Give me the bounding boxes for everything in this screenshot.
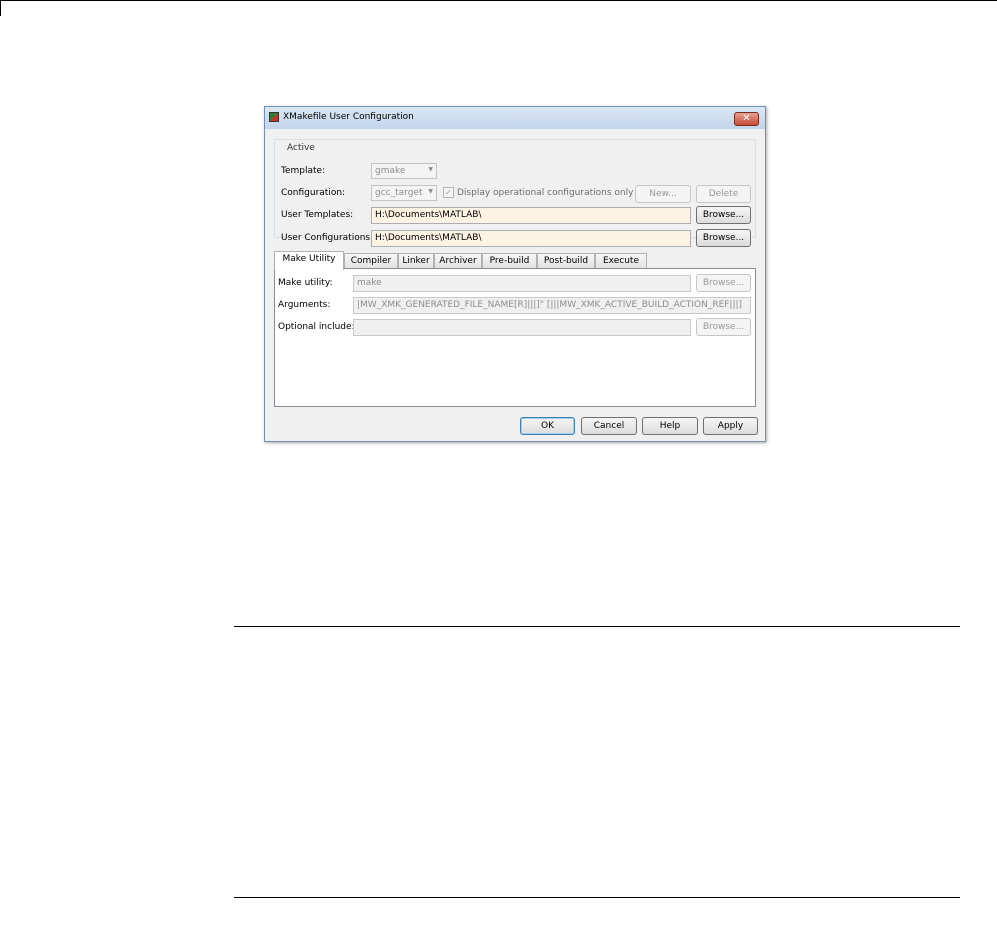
arguments-label: Arguments: [278, 300, 331, 310]
active-group: Active Template: gmake ▼ Configuration: … [274, 139, 756, 247]
user-configurations-field[interactable]: H:\Documents\MATLAB\ [371, 230, 691, 247]
arguments-field[interactable]: |MW_XMK_GENERATED_FILE_NAME[R]|||]" [|||… [353, 297, 751, 314]
chevron-down-icon: ▼ [428, 188, 433, 195]
tab-bar: Make Utility Compiler Linker Archiver Pr… [274, 251, 756, 270]
tab-linker[interactable]: Linker [398, 253, 434, 269]
display-operational-label: Display operational configurations only [457, 188, 634, 198]
make-utility-label: Make utility: [278, 278, 333, 288]
configuration-dropdown[interactable]: gcc_target ▼ [371, 185, 437, 201]
delete-button[interactable]: Delete [696, 185, 751, 203]
configuration-value: gcc_target [375, 188, 423, 198]
tab-make-utility[interactable]: Make Utility [274, 251, 344, 270]
optional-include-browse-button[interactable]: Browse... [696, 318, 751, 336]
template-value: gmake [375, 166, 406, 176]
matlab-app-icon [269, 112, 279, 122]
cancel-button[interactable]: Cancel [581, 417, 637, 435]
apply-button[interactable]: Apply [703, 417, 758, 435]
dialog-client: Active Template: gmake ▼ Configuration: … [270, 129, 760, 436]
tab-pre-build[interactable]: Pre-build [482, 253, 537, 269]
title-bar[interactable]: XMakefile User Configuration ✕ [265, 107, 765, 129]
user-configurations-browse-button[interactable]: Browse... [696, 229, 751, 247]
divider-top [234, 626, 960, 627]
template-label: Template: [281, 166, 326, 176]
optional-include-field[interactable] [353, 319, 691, 336]
make-utility-browse-button[interactable]: Browse... [696, 274, 751, 292]
user-templates-label: User Templates: [281, 210, 354, 220]
optional-include-label: Optional include: [278, 322, 355, 332]
tab-execute[interactable]: Execute [595, 253, 647, 269]
make-utility-field[interactable]: make [353, 275, 691, 292]
user-templates-browse-button[interactable]: Browse... [696, 206, 751, 224]
user-templates-field[interactable]: H:\Documents\MATLAB\ [371, 207, 691, 224]
new-button[interactable]: New... [635, 185, 691, 203]
template-dropdown[interactable]: gmake ▼ [371, 163, 437, 179]
tab-archiver[interactable]: Archiver [434, 253, 482, 269]
help-button[interactable]: Help [642, 417, 698, 435]
chevron-down-icon: ▼ [428, 166, 433, 173]
user-configurations-label: User Configurations: [281, 233, 374, 243]
page-corner-mark [0, 0, 1, 16]
active-group-label: Active [285, 143, 317, 153]
tab-compiler[interactable]: Compiler [344, 253, 398, 269]
make-utility-panel: Make utility: make Browse... Arguments: … [274, 268, 756, 407]
close-button[interactable]: ✕ [734, 112, 759, 126]
close-icon: ✕ [742, 113, 751, 124]
display-operational-checkbox[interactable]: ✓ [443, 187, 454, 198]
configuration-label: Configuration: [281, 188, 346, 198]
dialog-title: XMakefile User Configuration [283, 112, 414, 122]
divider-bottom [234, 897, 960, 898]
ok-button[interactable]: OK [520, 417, 575, 435]
tab-post-build[interactable]: Post-build [537, 253, 595, 269]
xmakefile-dialog: XMakefile User Configuration ✕ Active Te… [264, 106, 766, 442]
page-top-border [0, 0, 997, 1]
